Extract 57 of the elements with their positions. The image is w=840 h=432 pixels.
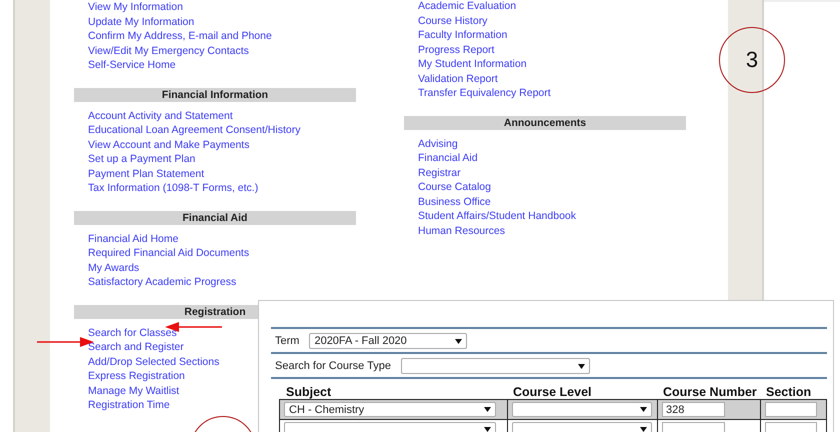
menu-link[interactable]: Transfer Equivalency Report bbox=[418, 86, 551, 100]
term-label: Term bbox=[275, 335, 300, 347]
menu-link[interactable]: Payment Plan Statement bbox=[88, 166, 204, 181]
menu-link[interactable]: Account Activity and Statement bbox=[88, 108, 233, 123]
menu-link[interactable]: Progress Report bbox=[418, 42, 494, 57]
column-header: Course Number bbox=[662, 385, 758, 399]
menu-link[interactable]: Advising bbox=[418, 136, 458, 151]
menu-link[interactable]: Course Catalog bbox=[418, 180, 491, 194]
course-number-field[interactable]: 328 bbox=[662, 402, 725, 417]
menu-link[interactable]: Manage My Waitlist bbox=[88, 384, 180, 398]
menu-link[interactable]: Search for Classes bbox=[88, 326, 177, 340]
menu-link[interactable]: View My Information bbox=[88, 0, 183, 14]
menu-link[interactable]: Satisfactory Academic Progress bbox=[88, 275, 236, 290]
menu-link[interactable]: Self-Service Home bbox=[88, 58, 176, 72]
menu-link[interactable]: Validation Report bbox=[418, 72, 498, 86]
menu-link[interactable]: Business Office bbox=[418, 194, 491, 209]
menu-link[interactable]: Registration Time bbox=[88, 398, 170, 412]
caret-icon bbox=[455, 338, 462, 344]
column-header: Section bbox=[765, 385, 812, 399]
menu-link[interactable]: Registrar bbox=[418, 166, 461, 180]
menu-link[interactable]: Course History bbox=[418, 14, 488, 28]
column-header: Subject bbox=[285, 385, 332, 399]
section-header: Announcements bbox=[404, 116, 686, 130]
caret-icon bbox=[640, 407, 647, 412]
menu-link[interactable]: Add/Drop Selected Sections bbox=[88, 354, 220, 369]
menu-link[interactable]: Student Affairs/Student Handbook bbox=[418, 209, 576, 224]
menu-link[interactable]: Human Resources bbox=[418, 224, 505, 238]
step-number-circle: 3 bbox=[719, 27, 785, 93]
course-type-label: Search for Course Type bbox=[275, 360, 391, 372]
menu-link[interactable]: Faculty Information bbox=[418, 28, 508, 42]
menu-link[interactable]: View/Edit My Emergency Contacts bbox=[88, 44, 249, 58]
menu-link[interactable]: Express Registration bbox=[88, 369, 185, 384]
menu-link[interactable]: Required Financial Aid Documents bbox=[88, 246, 250, 260]
menu-link[interactable]: Search and Register bbox=[88, 340, 184, 354]
menu-link[interactable]: Educational Loan Agreement Consent/History bbox=[88, 123, 300, 138]
subject-select[interactable]: CH - Chemistry bbox=[284, 402, 496, 417]
menu-link[interactable]: Financial Aid bbox=[418, 151, 478, 166]
menu-link[interactable]: View Account and Make Payments bbox=[88, 138, 250, 152]
section-header: Financial Aid bbox=[74, 210, 356, 224]
menu-link[interactable]: Confirm My Address, E-mail and Phone bbox=[88, 29, 272, 44]
course-type-select[interactable] bbox=[400, 358, 590, 374]
menu-link[interactable]: Set up a Payment Plan bbox=[88, 152, 196, 166]
caret-icon bbox=[640, 427, 647, 432]
menu-link[interactable]: Financial Aid Home bbox=[88, 232, 178, 246]
caret-icon bbox=[484, 407, 491, 412]
caret-icon bbox=[484, 427, 491, 432]
menu-link[interactable]: Tax Information (1098-T Forms, etc.) bbox=[88, 181, 258, 196]
menu-link[interactable]: My Student Information bbox=[418, 57, 527, 72]
course-level-select[interactable] bbox=[512, 402, 652, 417]
section-header: Financial Information bbox=[74, 88, 356, 102]
column-header: Course Level bbox=[512, 385, 593, 399]
menu-link[interactable]: Update My Information bbox=[88, 14, 194, 29]
caret-icon bbox=[578, 364, 585, 368]
term-select[interactable]: 2020FA - Fall 2020 bbox=[309, 333, 468, 349]
section-field[interactable] bbox=[765, 402, 817, 417]
menu-link[interactable]: Academic Evaluation bbox=[418, 0, 516, 14]
menu-link[interactable]: My Awards bbox=[88, 260, 140, 275]
